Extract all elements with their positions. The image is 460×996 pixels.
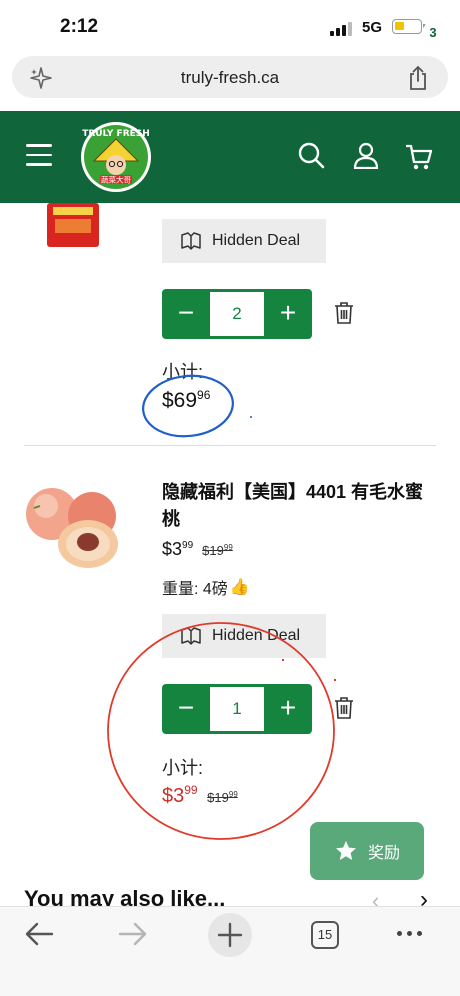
hidden-deal-label: Hidden Deal	[212, 232, 301, 249]
plus-icon	[217, 922, 243, 948]
thumbs-up-emoji: 👍	[229, 579, 250, 596]
status-time: 2:12	[60, 16, 99, 37]
tab-count-button[interactable]: 15	[311, 921, 339, 949]
back-arrow-icon[interactable]	[24, 921, 54, 947]
search-icon[interactable]	[297, 141, 325, 169]
product-price: $399 $1999	[162, 539, 233, 559]
blue-dot-annotation	[250, 416, 252, 418]
signal-icon	[330, 22, 352, 36]
quantity-stepper: − 1 +	[162, 684, 312, 734]
site-header: 蔬菜大哥 TRULY FRESH	[0, 111, 460, 203]
browser-toolbar: 15	[0, 906, 460, 996]
increase-quantity-button[interactable]: +	[264, 289, 312, 339]
network-type: 5G	[362, 19, 383, 36]
book-icon	[181, 232, 201, 250]
more-icon[interactable]	[397, 931, 422, 936]
cart-list: Hidden Deal − 2 + 小计: $6996 隐藏福利【美国】4401…	[0, 203, 460, 906]
new-tab-button[interactable]	[208, 913, 252, 957]
status-bar: 2:12 5G	[0, 0, 460, 52]
decrease-quantity-button[interactable]: −	[162, 684, 210, 734]
subtotal-label: 小计:	[162, 362, 204, 382]
product-image[interactable]	[45, 203, 101, 247]
book-icon	[181, 627, 201, 645]
subtotal-original-price: $1999	[207, 790, 238, 805]
original-price: $1999	[202, 543, 233, 558]
product-weight: 重量: 4磅 👍	[162, 579, 250, 598]
url-text[interactable]: truly-fresh.ca	[12, 68, 448, 88]
truly-fresh-logo[interactable]: 蔬菜大哥 TRULY FRESH	[80, 121, 152, 193]
battery-icon	[392, 19, 426, 34]
address-bar[interactable]: truly-fresh.ca	[12, 56, 448, 98]
product-name[interactable]: 隐藏福利【美国】4401 有毛水蜜桃	[162, 479, 437, 533]
quantity-input[interactable]: 2	[210, 292, 264, 336]
subtotal-price: $6996	[162, 388, 211, 412]
quantity-input[interactable]: 1	[210, 687, 264, 731]
reward-label: 奖励	[367, 845, 400, 862]
quantity-stepper: − 2 +	[162, 289, 312, 339]
product-image[interactable]	[24, 478, 124, 573]
trash-icon[interactable]	[333, 696, 355, 720]
cart-count-badge: 3	[422, 22, 444, 44]
reward-button[interactable]: 奖励	[310, 822, 424, 880]
account-icon[interactable]	[352, 141, 380, 169]
item-divider	[24, 445, 436, 446]
decrease-quantity-button[interactable]: −	[162, 289, 210, 339]
subtotal-price: $399 $1999	[162, 783, 238, 807]
hidden-deal-label: Hidden Deal	[212, 627, 301, 644]
trash-icon[interactable]	[333, 301, 355, 325]
red-dot-annotation	[282, 659, 284, 661]
subtotal-label: 小计:	[162, 758, 204, 778]
share-icon[interactable]	[406, 65, 430, 91]
hidden-deal-button[interactable]: Hidden Deal	[162, 219, 326, 263]
forward-arrow-icon[interactable]	[118, 921, 148, 947]
logo-brand-text: TRULY FRESH	[82, 129, 150, 139]
star-icon	[335, 841, 356, 860]
red-dot-annotation	[334, 679, 336, 681]
hidden-deal-button[interactable]: Hidden Deal	[162, 614, 326, 658]
increase-quantity-button[interactable]: +	[264, 684, 312, 734]
logo-chinese-text: 蔬菜大哥	[101, 175, 131, 185]
menu-icon[interactable]	[26, 144, 52, 166]
cart-icon[interactable]	[404, 143, 434, 171]
